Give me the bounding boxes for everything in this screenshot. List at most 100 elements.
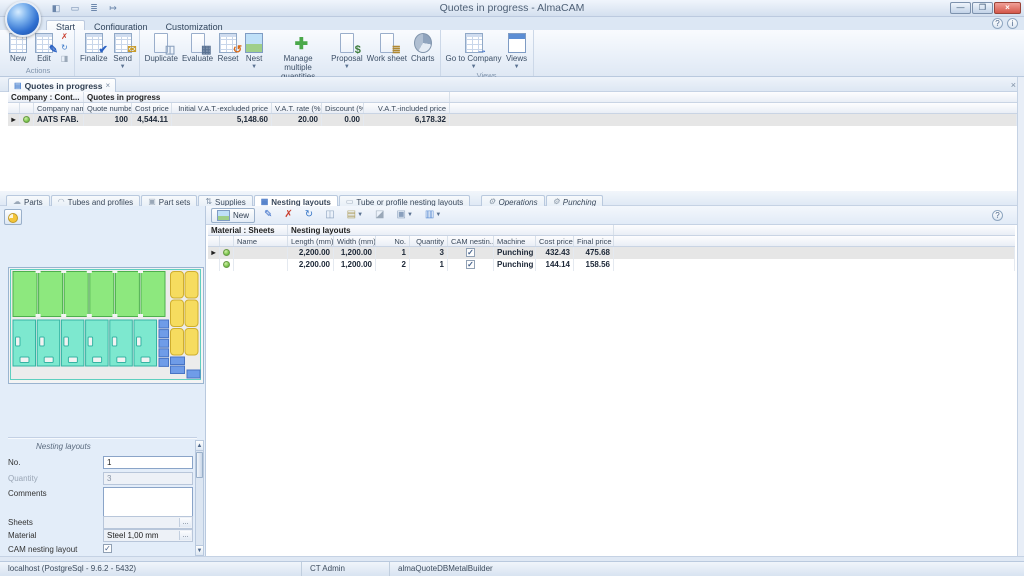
new-nesting-layout-button[interactable]: New bbox=[211, 208, 255, 223]
form-checkbox[interactable]: ✓ bbox=[103, 544, 112, 553]
tab-close-icon[interactable]: × bbox=[106, 81, 111, 90]
toolbar-column-chooser-icon[interactable]: ▥▼ bbox=[422, 208, 444, 223]
column-header-vat_rate[interactable]: V.A.T. rate (%) bbox=[272, 103, 322, 113]
layout-tool-button[interactable] bbox=[4, 209, 22, 225]
form-label: Quantity bbox=[8, 474, 38, 483]
nesting-preview[interactable] bbox=[8, 267, 204, 384]
delete-x-icon: ✗ bbox=[61, 32, 68, 41]
column-header-cost_price[interactable]: Cost price bbox=[132, 103, 172, 113]
ribbon-small-paste-small-icon[interactable]: ◨ bbox=[58, 54, 71, 65]
table-row[interactable]: 2,200.001,200.0021✓Punching 1144.14158.5… bbox=[208, 259, 1015, 271]
column-header-quote_number[interactable]: Quote number bbox=[84, 103, 132, 113]
qat-pin-icon[interactable]: ↦ bbox=[107, 2, 119, 14]
ribbon-button-proposal[interactable]: $Proposal▼ bbox=[329, 31, 365, 71]
toolbar-duplicate-icon[interactable]: ◫ bbox=[322, 208, 337, 223]
form-textarea-field[interactable] bbox=[103, 487, 193, 519]
column-header-initial_vat_excluded_price[interactable]: Initial V.A.T.-excluded price bbox=[172, 103, 272, 113]
ribbon-button-nest[interactable]: Nest▼ bbox=[241, 31, 267, 71]
form-input-field[interactable]: 3 bbox=[103, 472, 193, 485]
pane-close-icon[interactable]: × bbox=[1011, 80, 1016, 90]
form-picker-field[interactable]: Steel 1,00 mm... bbox=[103, 529, 193, 542]
toolbar-delete-x-icon[interactable]: ✗ bbox=[281, 208, 295, 223]
ribbon-button-reset[interactable]: ↺Reset bbox=[215, 31, 241, 65]
group-header: Nesting layouts bbox=[288, 225, 614, 235]
ribbon-button-label: Finalize bbox=[80, 55, 108, 64]
row-filler bbox=[614, 259, 1015, 271]
toolbar-help-icon[interactable]: ? bbox=[992, 210, 1003, 221]
toolbar-export-doc-icon[interactable]: ▤▼ bbox=[344, 208, 366, 223]
dropdown-arrow-icon: ▼ bbox=[435, 208, 441, 223]
form-input-field[interactable]: 1 bbox=[103, 456, 193, 469]
window-title: Quotes in progress - AlmaCAM bbox=[0, 2, 1024, 14]
print-icon: ▣ bbox=[397, 210, 406, 220]
row-status bbox=[220, 259, 234, 271]
picker-ellipsis-button[interactable]: ... bbox=[179, 531, 191, 540]
scroll-down-icon[interactable]: ▼ bbox=[196, 545, 203, 555]
maximize-button[interactable]: ❐ bbox=[972, 2, 993, 14]
status-database: localhost (PostgreSql - 9.6.2 - 5432) bbox=[0, 562, 302, 576]
ribbon-button-charts[interactable]: Charts bbox=[409, 31, 437, 65]
toolbar-edit-pen-icon[interactable]: ✎ bbox=[261, 208, 275, 223]
application-menu-orb[interactable] bbox=[5, 1, 41, 37]
ribbon-button-edit[interactable]: ✎Edit bbox=[31, 31, 57, 65]
checkbox-cam_nesting[interactable]: ✓ bbox=[466, 260, 475, 269]
info-icon[interactable]: i bbox=[1007, 18, 1018, 29]
scroll-thumb[interactable] bbox=[196, 452, 203, 478]
qat-folder-icon[interactable]: ▭ bbox=[69, 2, 81, 14]
ribbon-button-work-sheet[interactable]: ≣Work sheet bbox=[365, 31, 409, 65]
column-header-name[interactable]: Name bbox=[234, 236, 288, 246]
row-filler bbox=[614, 247, 1015, 259]
ribbon-button-views[interactable]: Views▼ bbox=[504, 31, 530, 71]
column-header-width_mm[interactable]: Width (mm) bbox=[334, 236, 376, 246]
qat-list-icon[interactable]: ≣ bbox=[88, 2, 100, 14]
ribbon-button-label: Nest bbox=[246, 55, 262, 64]
column-header-final_price[interactable]: Final price bbox=[574, 236, 614, 246]
toolbar-print-icon[interactable]: ▣▼ bbox=[394, 208, 416, 223]
picker-ellipsis-button[interactable]: ... bbox=[179, 518, 191, 527]
help-icon[interactable]: ? bbox=[992, 18, 1003, 29]
charts-pie-icon bbox=[412, 32, 434, 54]
worksheet-clipboard-icon: ≣ bbox=[376, 32, 398, 54]
edit-pen-icon: ✎ bbox=[264, 210, 272, 220]
panel-divider bbox=[8, 437, 197, 439]
form-label: Material bbox=[8, 531, 36, 540]
quotes-tab-icon: ▤ bbox=[14, 81, 22, 90]
ribbon-button-go-to-company[interactable]: →Go to Company▼ bbox=[444, 31, 504, 71]
column-header-no[interactable]: No. bbox=[376, 236, 410, 246]
column-header-cost_price[interactable]: Cost price bbox=[536, 236, 574, 246]
table-row[interactable]: ▸2,200.001,200.0013✓Punching 1432.43475.… bbox=[208, 247, 1015, 259]
column-header-company_name[interactable]: Company name bbox=[34, 103, 84, 113]
qat-people-icon[interactable]: ◧ bbox=[50, 2, 62, 14]
column-header-length_mm[interactable]: Length (mm) bbox=[288, 236, 334, 246]
pie-tool-icon bbox=[8, 213, 18, 223]
quotes-tab-icon: ▤ bbox=[14, 82, 22, 90]
checkbox-cam_nesting[interactable]: ✓ bbox=[466, 248, 475, 257]
form-scrollbar[interactable]: ▲ ▼ bbox=[195, 440, 204, 556]
tab-quotes-in-progress[interactable]: ▤ Quotes in progress × bbox=[8, 78, 116, 92]
cell-quote_number: 100 bbox=[84, 114, 132, 126]
ribbon-button-finalize[interactable]: ✔Finalize bbox=[78, 31, 110, 65]
column-header-machine[interactable]: Machine bbox=[494, 236, 536, 246]
close-button[interactable]: × bbox=[994, 2, 1021, 14]
ribbon-small-delete-x-icon[interactable]: ✗ bbox=[58, 32, 71, 43]
ribbon-button-label: Proposal bbox=[331, 55, 363, 64]
ribbon-button-send[interactable]: ✉Send▼ bbox=[110, 31, 136, 71]
group-header-filler bbox=[450, 92, 1017, 102]
column-header-discount[interactable]: Discount (%) bbox=[322, 103, 364, 113]
ribbon-button-evaluate[interactable]: ▦Evaluate bbox=[180, 31, 215, 65]
column-header-vat_included_price[interactable]: V.A.T.-included price bbox=[364, 103, 450, 113]
toolbar-refresh-icon[interactable]: ↻ bbox=[302, 208, 316, 223]
scroll-up-icon[interactable]: ▲ bbox=[196, 441, 203, 451]
minimize-button[interactable]: — bbox=[950, 2, 971, 14]
row-status bbox=[220, 247, 234, 259]
table-row[interactable]: ▸AATS FAB.1004,544.115,148.6020.000.006,… bbox=[8, 114, 1017, 126]
ribbon-button-manage-multiple-quantities[interactable]: ✚Manage multiple quantities bbox=[267, 31, 329, 82]
dropdown-arrow-icon: ▼ bbox=[251, 64, 257, 71]
ribbon-button-duplicate[interactable]: ◫Duplicate bbox=[143, 31, 180, 65]
form-picker-field[interactable]: ... bbox=[103, 516, 193, 529]
column-header-quantity[interactable]: Quantity bbox=[410, 236, 448, 246]
toolbar-copy-icon[interactable]: ◪ bbox=[372, 208, 387, 223]
column-header-cam_nesting[interactable]: CAM nestin... bbox=[448, 236, 494, 246]
ribbon-small-refresh-small-icon[interactable]: ↻ bbox=[58, 43, 71, 54]
punching-gear-icon: ⚙ bbox=[553, 198, 560, 206]
